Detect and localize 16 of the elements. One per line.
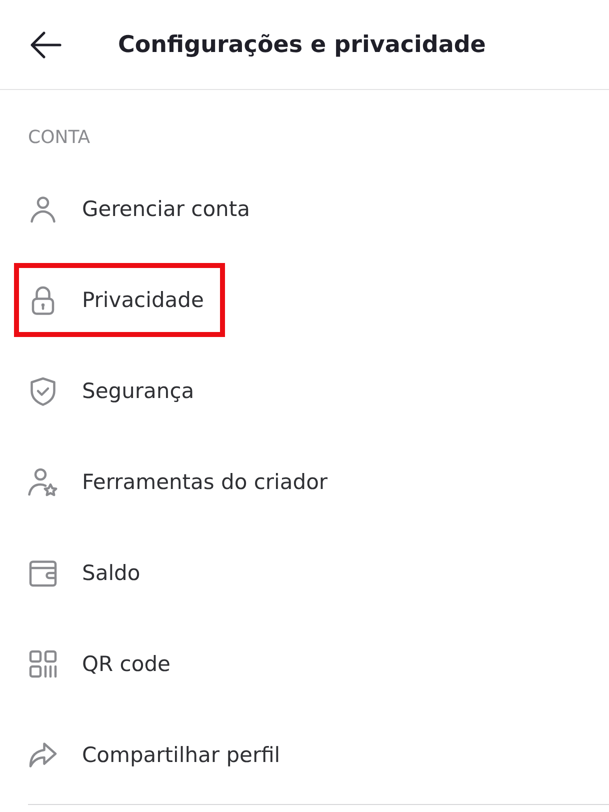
menu-item[interactable]: Gerenciar conta bbox=[14, 172, 271, 246]
menu-item[interactable]: QR code bbox=[14, 626, 192, 700]
menu-item[interactable]: Compartilhar perfil bbox=[14, 718, 302, 792]
shield-check-icon bbox=[28, 376, 58, 406]
back-arrow-icon[interactable] bbox=[30, 30, 62, 58]
menu-item[interactable]: Segurança bbox=[14, 354, 216, 428]
menu-item[interactable]: Ferramentas do criador bbox=[14, 444, 349, 518]
menu-item[interactable]: Privacidade bbox=[14, 262, 225, 336]
menu-item[interactable]: Saldo bbox=[14, 536, 162, 610]
person-star-icon bbox=[28, 466, 58, 496]
wallet-icon bbox=[28, 558, 58, 588]
qr-code-icon bbox=[28, 648, 58, 678]
section-label: CONTA bbox=[28, 127, 90, 148]
person-icon bbox=[28, 194, 58, 224]
page-title: Configurações e privacidade bbox=[118, 32, 486, 58]
share-arrow-icon bbox=[28, 740, 58, 770]
